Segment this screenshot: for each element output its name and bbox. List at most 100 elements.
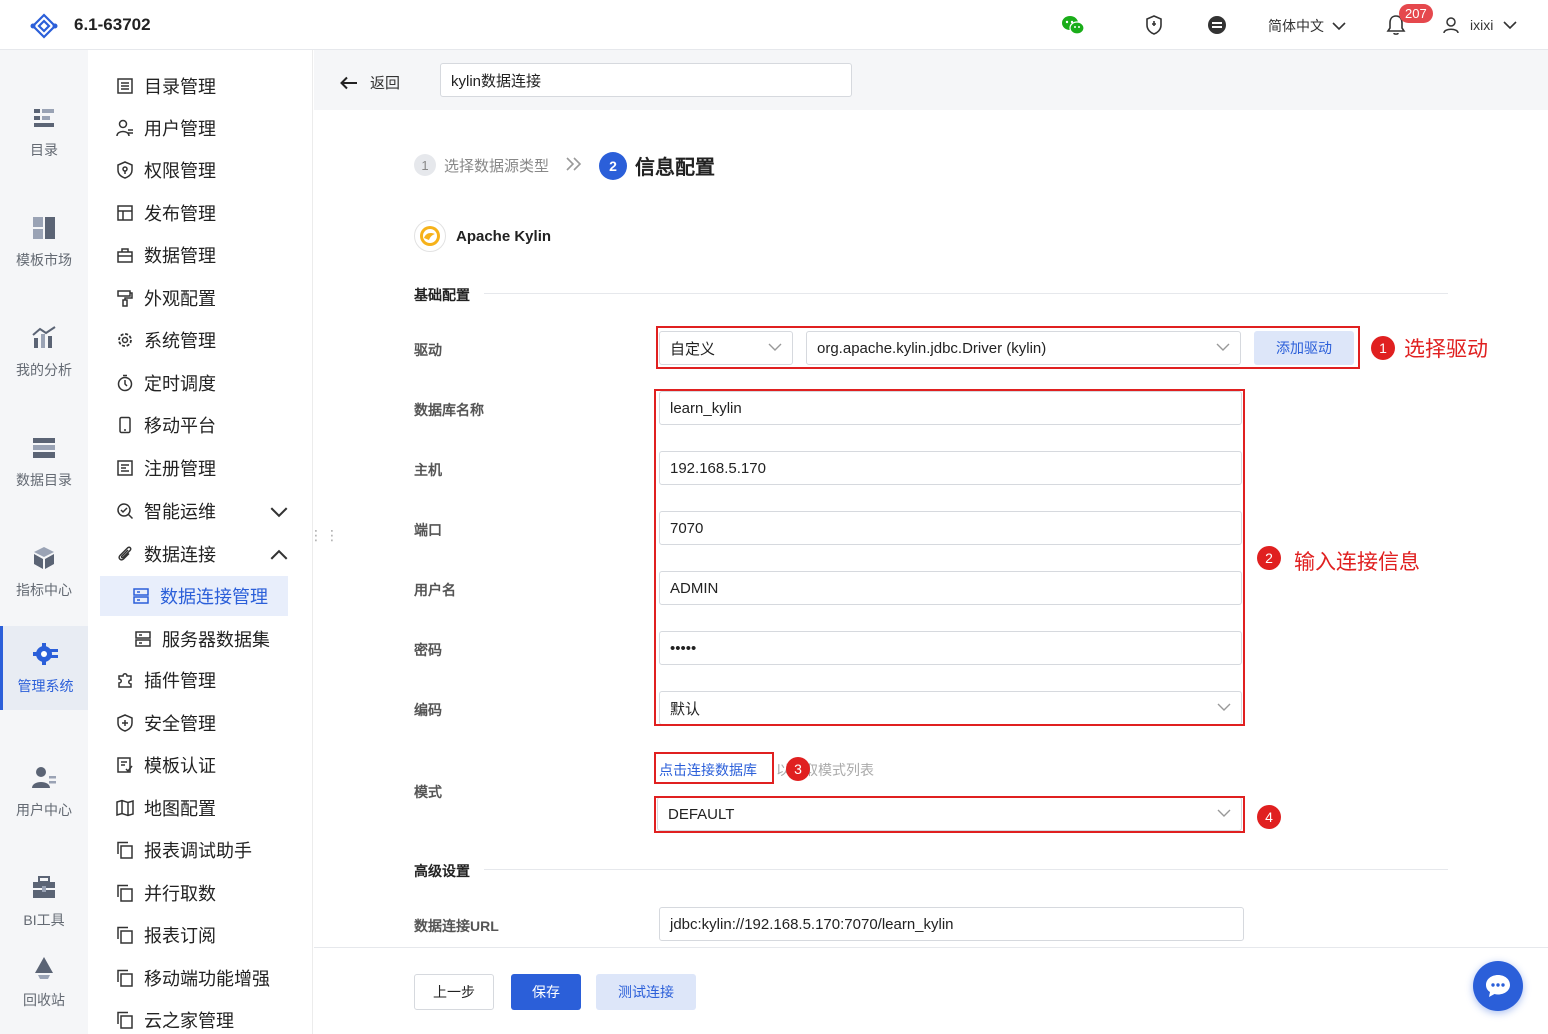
server-icon: [135, 631, 151, 647]
rail-label: 管理系统: [17, 678, 74, 694]
rail-item-my-analysis[interactable]: 我的分析: [0, 310, 88, 394]
menu-item-map-config[interactable]: 地图配置: [102, 788, 298, 828]
chat-bubble-icon: [1486, 975, 1510, 997]
annotation-number: 1: [1371, 336, 1395, 360]
save-button[interactable]: 保存: [511, 974, 581, 1010]
gear-icon: [118, 333, 132, 347]
bottom-action-bar: 上一步 保存 测试连接: [314, 947, 1548, 1034]
paperclip-icon: [118, 546, 132, 561]
url-label: 数据连接URL: [414, 918, 499, 934]
rail-item-recycle[interactable]: 回收站: [0, 940, 88, 1024]
register-icon: [117, 460, 133, 476]
username-label: 用户名: [414, 582, 456, 598]
metrics-icon: [34, 547, 54, 569]
step-number: 2: [599, 151, 627, 180]
wechat-icon[interactable]: [1061, 13, 1085, 37]
user-menu[interactable]: ixixi: [1442, 16, 1517, 34]
user-center-icon: [32, 767, 56, 788]
annotation-box-schema: [654, 796, 1245, 833]
rail-item-user-center[interactable]: 用户中心: [0, 750, 88, 834]
mobile-icon: [119, 416, 131, 434]
datasource-name: Apache Kylin: [456, 227, 552, 245]
menu-label: 移动平台: [144, 416, 216, 436]
username: ixixi: [1470, 17, 1494, 33]
step-number: 1: [414, 154, 436, 176]
rail-item-management[interactable]: 管理系统: [0, 626, 88, 710]
minus-circle-icon[interactable]: [1205, 13, 1229, 37]
menu-item-yunzhijia[interactable]: 云之家管理: [102, 1000, 298, 1034]
menu-item-mobile-platform[interactable]: 移动平台: [102, 405, 298, 445]
rail-item-data-catalog[interactable]: 数据目录: [0, 420, 88, 504]
menu-item-data-mgmt[interactable]: 数据管理: [102, 235, 298, 275]
shield-plus-icon: [117, 714, 133, 732]
app-logo-icon[interactable]: [30, 12, 58, 40]
chevron-down-icon: [270, 507, 288, 518]
menu-item-template-cert[interactable]: 模板认证: [102, 745, 298, 785]
server-icon: [133, 588, 149, 604]
publish-icon: [117, 205, 133, 221]
copy-icon: [117, 926, 133, 944]
chevron-down-icon: [1503, 21, 1517, 30]
menu-item-schedule[interactable]: 定时调度: [102, 363, 298, 403]
arrow-left-icon: [340, 76, 357, 89]
menu-label: 报表订阅: [144, 926, 216, 946]
menu-item-user-mgmt[interactable]: 用户管理: [102, 108, 298, 148]
menu-item-system-mgmt[interactable]: 系统管理: [102, 320, 298, 360]
menu-item-plugin-mgmt[interactable]: 插件管理: [102, 660, 298, 700]
chat-assistant-button[interactable]: [1473, 961, 1523, 1011]
test-connection-button[interactable]: 测试连接: [596, 974, 696, 1010]
rail-label: BI工具: [23, 912, 65, 928]
double-chevron-right-icon: [565, 155, 583, 176]
shield-icon[interactable]: [1142, 13, 1166, 37]
menu-item-catalog-mgmt[interactable]: 目录管理: [102, 66, 298, 106]
rail-label: 模板市场: [16, 252, 72, 268]
menu-item-parallel-fetch[interactable]: 并行取数: [102, 873, 298, 913]
url-input[interactable]: jdbc:kylin://192.168.5.170:7070/learn_ky…: [659, 907, 1244, 941]
menu-item-server-dataset[interactable]: 服务器数据集: [102, 619, 298, 659]
management-icon: [32, 643, 58, 665]
annotation-number: 2: [1257, 546, 1281, 570]
menu-label: 数据连接管理: [160, 587, 268, 607]
language-label: 简体中文: [1268, 18, 1324, 34]
menu-item-registration[interactable]: 注册管理: [102, 448, 298, 488]
rail-item-metrics[interactable]: 指标中心: [0, 530, 88, 614]
menu-item-publish-mgmt[interactable]: 发布管理: [102, 193, 298, 233]
menu-item-smart-ops[interactable]: 智能运维: [102, 491, 298, 531]
step-label: 信息配置: [635, 157, 715, 179]
menu-label: 安全管理: [144, 714, 216, 734]
menu-label: 移动端功能增强: [144, 969, 270, 989]
rail-item-template-market[interactable]: 模板市场: [0, 200, 88, 284]
rail-item-catalog[interactable]: 目录: [0, 90, 88, 174]
back-button[interactable]: 返回: [340, 72, 400, 93]
menu-item-permission-mgmt[interactable]: 权限管理: [102, 150, 298, 190]
encoding-label: 编码: [414, 702, 442, 718]
rail-label: 数据目录: [16, 472, 72, 488]
top-bar: 6.1-63702 简体中文 207 ixixi: [0, 0, 1548, 50]
schema-label: 模式: [414, 784, 442, 800]
menu-item-mobile-enhance[interactable]: 移动端功能增强: [102, 958, 298, 998]
menu-item-appearance[interactable]: 外观配置: [102, 278, 298, 318]
puzzle-icon: [118, 673, 132, 688]
divider: [484, 869, 1448, 870]
menu-label: 云之家管理: [144, 1011, 234, 1031]
menu-item-data-connection[interactable]: 数据连接: [102, 534, 298, 574]
language-select[interactable]: 简体中文: [1268, 16, 1346, 36]
rail-item-bi-tools[interactable]: BI工具: [0, 860, 88, 944]
menu-label: 服务器数据集: [162, 630, 270, 650]
connection-name-input[interactable]: [440, 63, 852, 97]
menu-item-security-mgmt[interactable]: 安全管理: [102, 703, 298, 743]
menu-item-report-subscribe[interactable]: 报表订阅: [102, 915, 298, 955]
prev-step-button[interactable]: 上一步: [414, 974, 494, 1010]
bi-tools-icon: [33, 876, 55, 898]
menu-item-report-debug[interactable]: 报表调试助手: [102, 830, 298, 870]
annotation-box-driver: [656, 326, 1360, 369]
app-version: 6.1-63702: [74, 15, 151, 34]
copy-icon: [117, 1011, 133, 1029]
menu-item-data-connection-mgmt[interactable]: 数据连接管理: [100, 576, 288, 616]
resize-handle[interactable]: ⋮⋮: [309, 528, 341, 542]
copy-icon: [117, 884, 133, 902]
rail-label: 我的分析: [16, 362, 72, 378]
menu-label: 目录管理: [144, 77, 216, 97]
annotation-text: 选择驱动: [1404, 338, 1488, 361]
step-select-type[interactable]: 1 选择数据源类型: [414, 154, 549, 176]
